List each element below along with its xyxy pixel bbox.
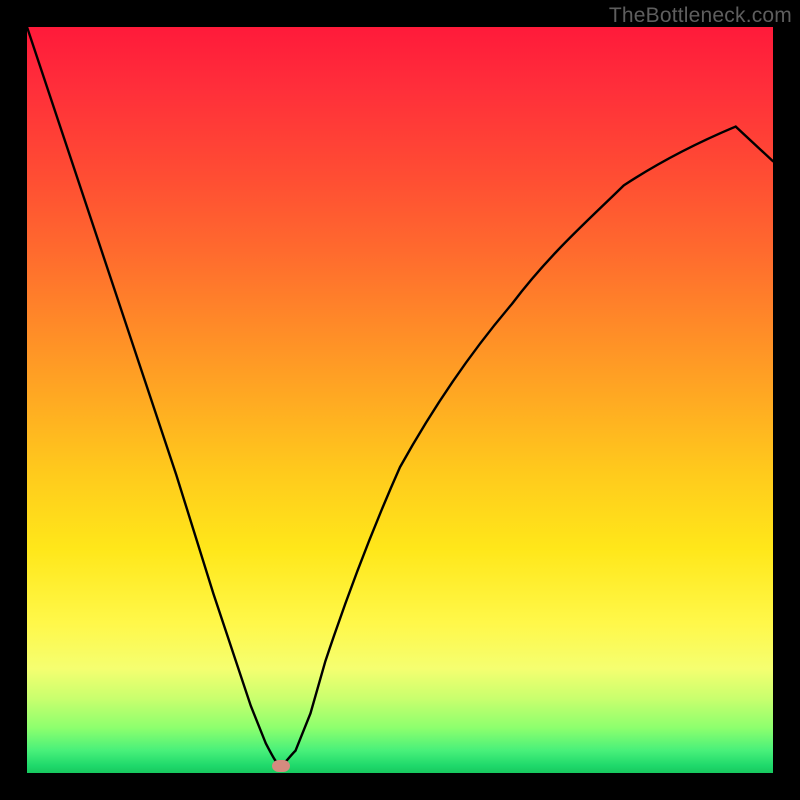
minimum-marker (272, 760, 290, 772)
plot-area (27, 27, 773, 773)
curve-path (27, 27, 773, 766)
watermark-text: TheBottleneck.com (609, 4, 792, 28)
bottleneck-curve (27, 27, 773, 773)
chart-frame: TheBottleneck.com (0, 0, 800, 800)
